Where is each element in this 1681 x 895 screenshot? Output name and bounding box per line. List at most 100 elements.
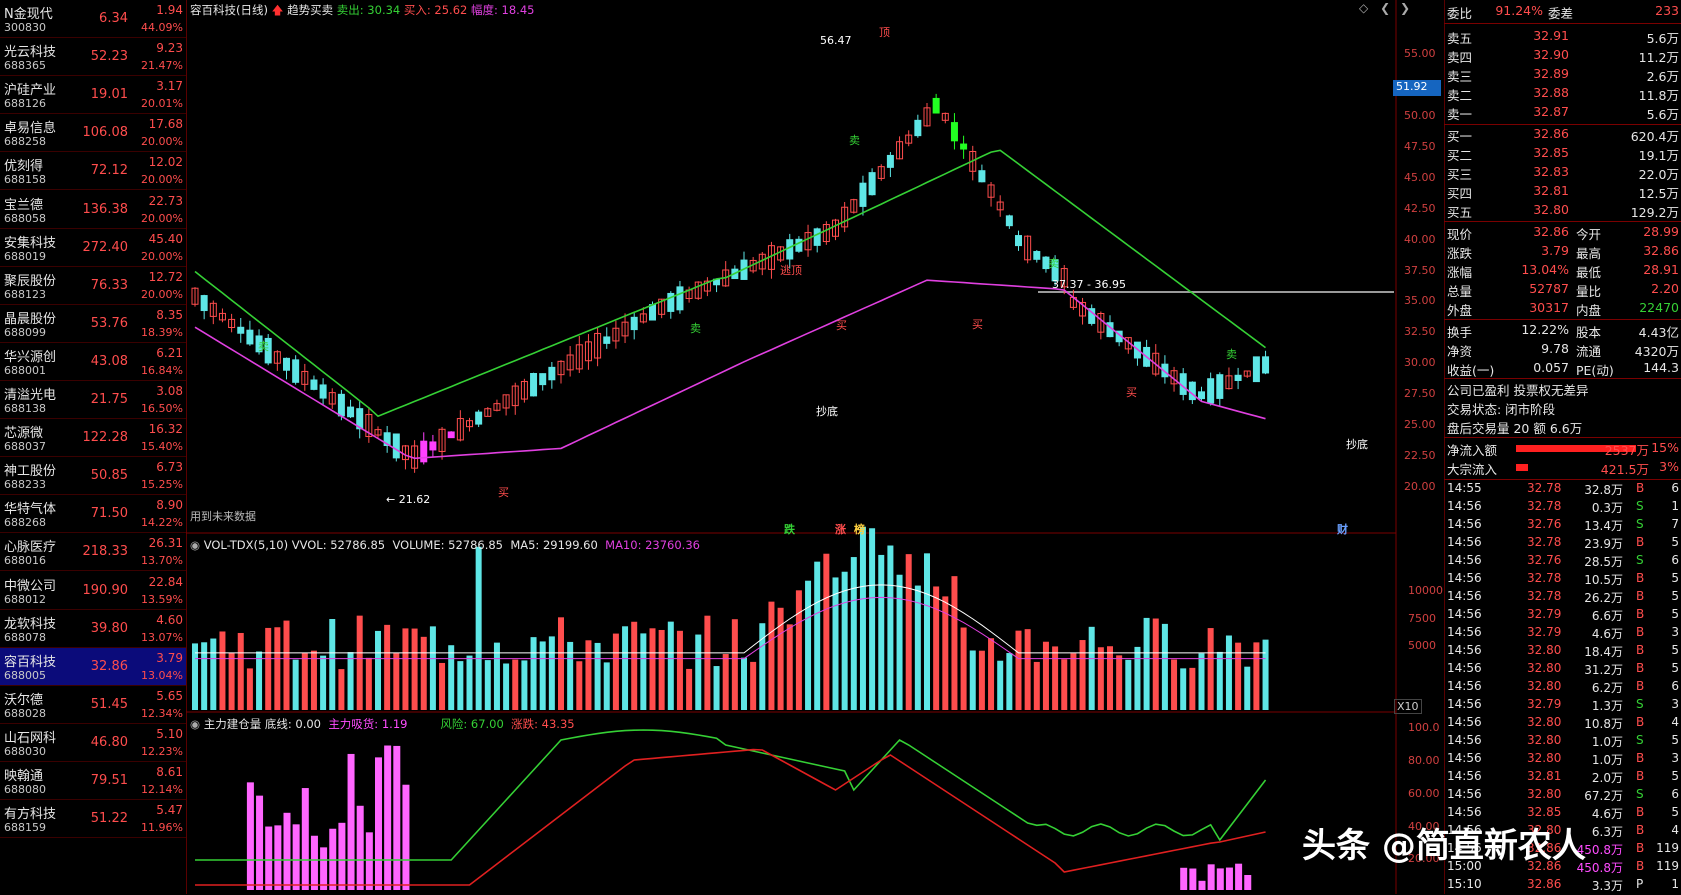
stock-name: 沃尔德 [4,692,44,708]
main-suction-bar [1180,867,1188,890]
volume-bar [457,661,464,710]
volume-bar [1262,639,1269,710]
tick-side: B [1636,823,1645,837]
candle-body [246,329,254,345]
tick-side: S [1636,517,1644,531]
watchlist-row[interactable]: 晶晨股份 688099 53.76 8.35 18.39% [0,305,186,343]
vol-ma5-line [195,584,1266,654]
watchlist-row[interactable]: 优刻得 688158 72.12 12.02 20.00% [0,152,186,191]
stat-row: 外盘 30317 内盘 22470 [1444,300,1681,319]
volume-bar [256,651,263,710]
ask-volume: 2.6万 [1646,69,1679,84]
watchlist-row[interactable]: 山石网科 688030 46.80 5.10 12.23% [0,724,186,762]
tick-volume: 10.5万 [1584,573,1623,587]
tick-count: 4 [1671,823,1679,837]
volume-bar [1061,659,1068,710]
watchlist-row[interactable]: 光云科技 688365 52.23 9.23 21.47% [0,38,186,77]
candle-body [237,326,245,334]
volume-bar [475,546,482,710]
volume-bar [265,627,272,710]
watchlist-row[interactable]: 卓易信息 688258 106.08 17.68 20.00% [0,114,186,153]
tick-row: 14:56 32.79 4.6万 B 3 [1444,625,1681,643]
tick-row: 14:56 32.79 6.6万 B 5 [1444,607,1681,625]
candle-body [1216,374,1224,399]
stock-name: 卓易信息 [4,121,57,137]
tick-time: 14:56 [1447,625,1482,639]
tick-price: 32.80 [1527,733,1562,747]
bid-volume: 129.2万 [1630,205,1679,220]
buy-tag: 买 [1126,386,1137,399]
stock-change-pct: 16.84% [141,363,183,377]
panel-toggle-icon[interactable]: ◉ [190,717,200,731]
tick-count: 5 [1671,643,1679,657]
tick-side: S [1636,697,1644,711]
tick-time: 14:56 [1447,751,1482,765]
bid-volume: 620.4万 [1630,129,1679,144]
price-tick: 30.00 [1404,356,1436,370]
stat-label: 内盘 [1576,303,1602,318]
stat-label: 涨跌 [1447,246,1473,261]
main-suction-bar [1225,867,1233,890]
bid-row: 买五 32.80 129.2万 [1444,202,1681,221]
volume-bar [292,659,299,710]
stock-code: 688037 [4,440,46,454]
price-tick: 42.50 [1404,201,1436,215]
watchlist-row[interactable]: 沪硅产业 688126 19.01 3.17 20.01% [0,76,186,115]
panel-toggle-icon[interactable]: ◉ [190,538,200,552]
tick-side: B [1636,859,1645,873]
watchlist-row[interactable]: 华兴源创 688001 43.08 6.21 16.84% [0,343,186,381]
volume-indicator-name[interactable]: VOL-TDX(5,10) [204,538,288,552]
indicator-panel-name[interactable]: 主力建仓量 [204,717,262,731]
stock-price: 19.01 [90,87,128,103]
marker-cai: 财 [1337,523,1348,536]
watchlist-row[interactable]: 宝兰德 688058 136.38 22.73 20.00% [0,191,186,229]
stock-code: 688233 [4,478,46,492]
bid-volume: 12.5万 [1638,186,1679,201]
watchlist-row[interactable]: 容百科技 688005 32.86 3.79 13.04% [0,647,186,686]
main-suction-bar [301,788,309,890]
watchlist-row[interactable]: 龙软科技 688078 39.80 4.60 13.07% [0,610,186,648]
watchlist-row[interactable]: 芯源微 688037 122.28 16.32 15.40% [0,419,186,458]
watchlist-row[interactable]: 中微公司 688012 190.90 22.84 13.59% [0,572,186,610]
main-suction-bar [292,824,300,890]
tick-side: B [1636,715,1645,729]
volume-bar [603,662,610,710]
volume-bar [1244,666,1251,710]
volume-bar [1097,647,1104,710]
volume-bar [329,619,336,710]
price-tick: 32.50 [1404,325,1436,339]
stock-price: 21.75 [90,392,128,407]
blockflow-amount: 421.5万 [1600,462,1649,477]
escape-top-tag: 逃顶 [780,264,802,277]
volume-bar [1107,646,1113,710]
tick-side: B [1636,481,1645,495]
stock-price: 39.80 [90,620,128,636]
watchlist-row[interactable]: 映翰通 688080 79.51 8.61 12.14% [0,762,186,800]
candle-body [292,359,300,383]
blockflow-row: 大宗流入 421.5万 3% [1444,459,1681,478]
watchlist-row[interactable]: 沃尔德 688028 51.45 5.65 12.34% [0,686,186,724]
netflow-row: 净流入额 2537万 15% [1444,440,1681,459]
tick-count: 3 [1671,697,1679,711]
watchlist-row[interactable]: 有方科技 688159 51.22 5.47 11.96% [0,800,186,839]
watchlist-row[interactable]: 心脉医疗 688016 218.33 26.31 13.70% [0,533,186,572]
tick-price: 32.86 [1527,877,1562,891]
volume-bar [704,615,711,710]
watchlist-row[interactable]: 清溢光电 688138 21.75 3.08 16.50% [0,381,186,419]
watchlist-row[interactable]: 神工股份 688233 50.85 6.73 15.25% [0,457,186,496]
volume-bar [969,650,976,710]
kline-chart[interactable] [186,0,1444,894]
ask-label: 卖五 [1447,31,1473,46]
volume-unit: X10 [1394,699,1422,714]
watchlist-row[interactable]: N金现代 300830 6.34 1.94 44.09% [0,0,186,38]
fund-label: 收益(一) [1447,363,1495,378]
volume-bar [1024,629,1031,710]
tick-count: 6 [1671,787,1679,801]
watchlist-row[interactable]: 安集科技 688019 272.40 45.40 20.00% [0,229,186,267]
bid-label: 买二 [1447,148,1473,163]
stat-label: 今开 [1576,227,1602,242]
watchlist-row[interactable]: 华特气体 688268 71.50 8.90 14.22% [0,495,186,534]
netflow-pct: 15% [1651,440,1679,455]
watchlist-row[interactable]: 聚辰股份 688123 76.33 12.72 20.00% [0,267,186,305]
ask-label: 卖三 [1447,69,1473,84]
